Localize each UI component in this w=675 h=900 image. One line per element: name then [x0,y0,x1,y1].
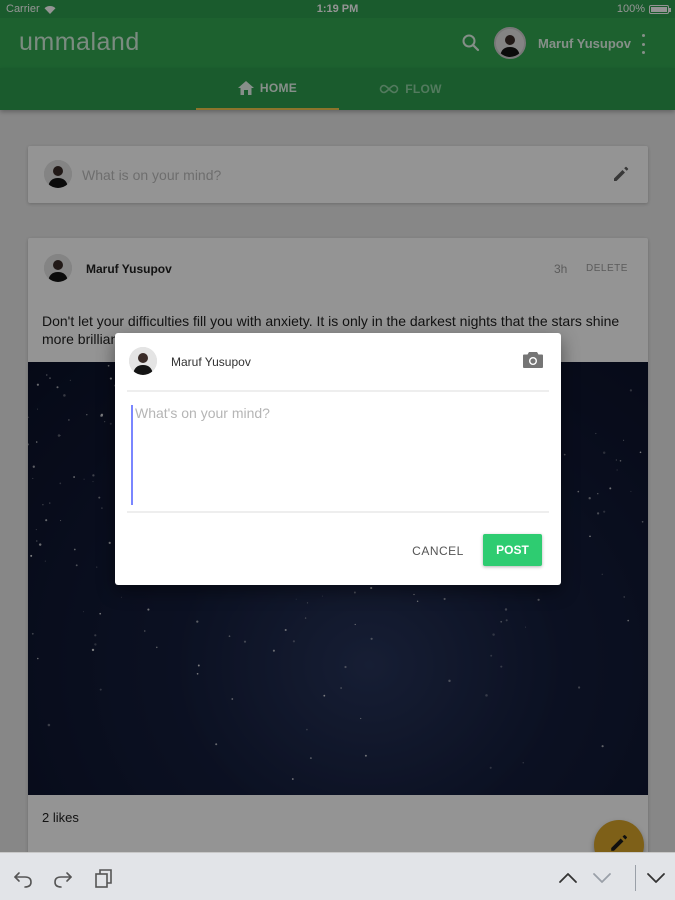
cancel-button[interactable]: CANCEL [404,536,472,566]
undo-icon[interactable] [12,867,34,889]
new-post-dialog: Maruf Yusupov CANCEL POST [115,333,561,585]
toolbar-separator [635,865,636,891]
chevron-down-icon[interactable] [591,867,613,889]
post-button[interactable]: POST [483,534,542,566]
chevron-up-icon[interactable] [557,867,579,889]
keyboard-dismiss-icon[interactable] [645,867,667,889]
dialog-author: Maruf Yusupov [171,355,251,369]
dialog-divider-bottom [127,511,549,513]
post-text-input[interactable] [131,405,545,505]
redo-icon[interactable] [52,867,74,889]
avatar [129,347,157,375]
camera-icon[interactable] [522,351,544,369]
keyboard-toolbar [0,852,675,900]
dialog-divider-top [127,390,549,392]
clipboard-icon[interactable] [92,867,114,889]
